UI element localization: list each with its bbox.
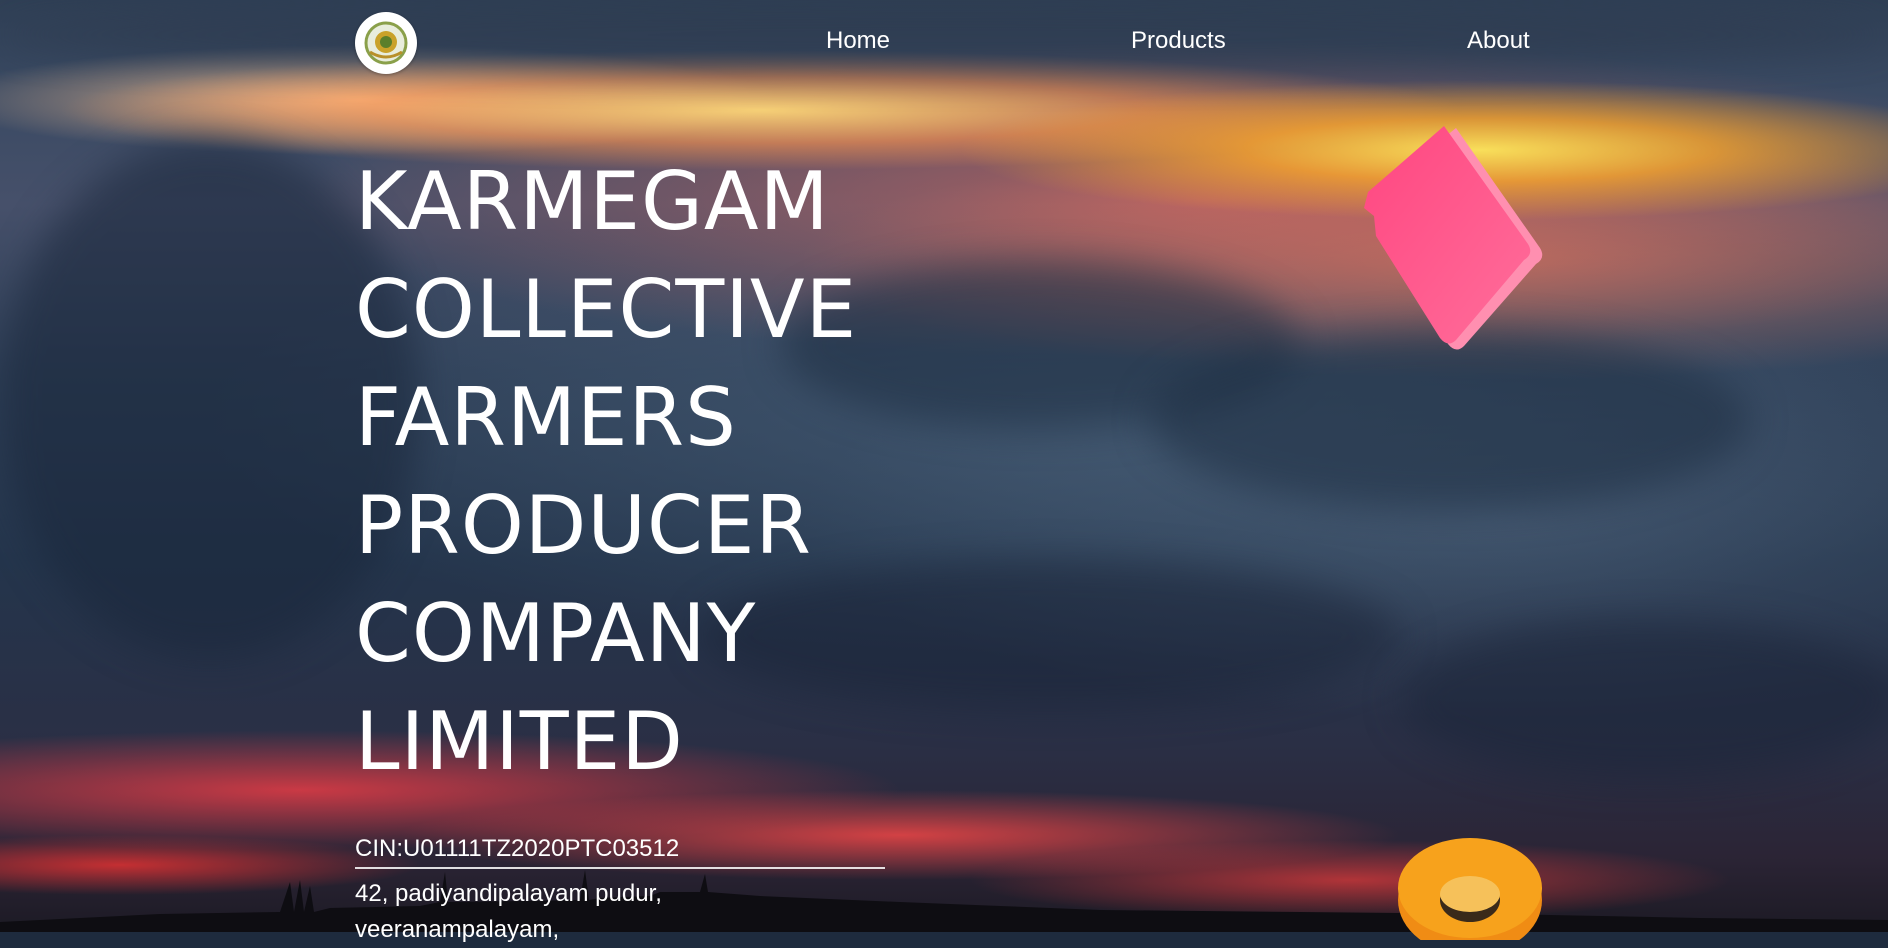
pink-card-3d-shape xyxy=(1364,126,1543,350)
cin-number: CIN:U01111TZ2020PTC03512 xyxy=(355,835,680,862)
company-name-line: COLLECTIVE xyxy=(355,263,858,356)
nav-about-link[interactable]: About xyxy=(1467,27,1530,55)
company-logo[interactable] xyxy=(355,12,417,74)
company-address: 42, padiyandipalayam pudur, veeranampala… xyxy=(355,876,662,948)
company-name-line: PRODUCER xyxy=(355,479,812,572)
hero-background-image xyxy=(0,0,1888,932)
nav-home-link[interactable]: Home xyxy=(826,27,890,55)
cin-divider xyxy=(355,867,885,869)
address-line: veeranampalayam, xyxy=(355,916,560,943)
logo-emblem-icon xyxy=(364,21,408,65)
company-name-line: LIMITED xyxy=(355,695,684,788)
company-name-heading: KARMEGAM COLLECTIVE FARMERS PRODUCER COM… xyxy=(355,148,895,796)
cloud-shape xyxy=(1400,620,1888,780)
orange-ring-3d-shape xyxy=(1398,838,1542,940)
city-skyline-silhouette xyxy=(0,870,1888,932)
address-line: 42, padiyandipalayam pudur, xyxy=(355,880,662,907)
company-name-line: COMPANY xyxy=(355,587,757,680)
top-navigation: Home Products About xyxy=(0,0,1888,86)
company-name-line: KARMEGAM xyxy=(355,155,830,248)
company-name-line: FARMERS xyxy=(355,371,737,464)
nav-products-link[interactable]: Products xyxy=(1131,27,1226,55)
